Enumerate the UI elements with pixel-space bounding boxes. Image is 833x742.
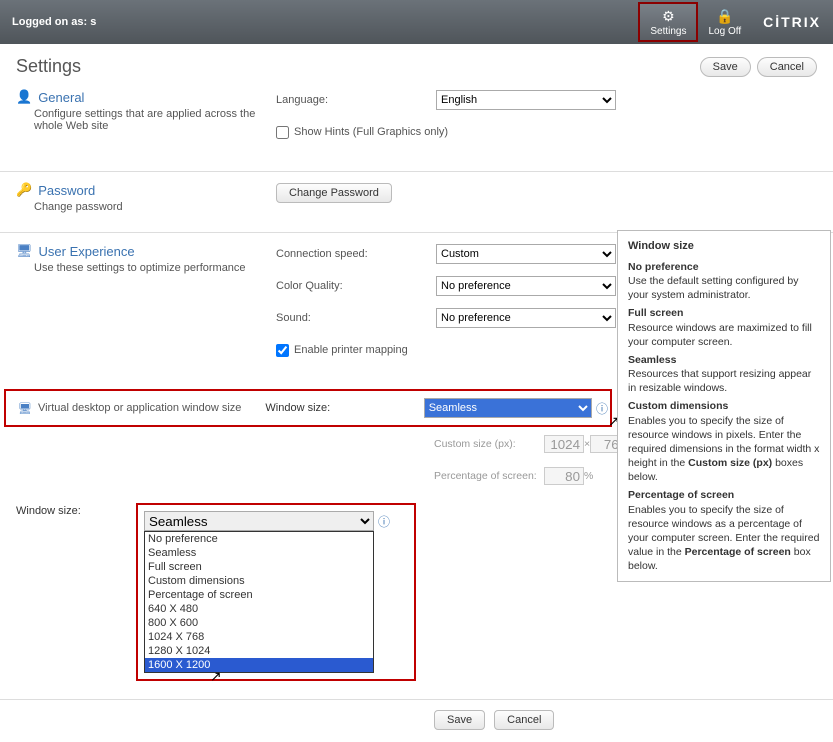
vd-label-text: Virtual desktop or application window si… (38, 402, 241, 414)
language-select[interactable]: English (436, 90, 616, 110)
divider (0, 171, 833, 172)
help-seam-t: Resources that support resizing appear i… (628, 368, 811, 394)
settings-nav-label: Settings (650, 26, 686, 37)
monitor-icon: 🖥 (16, 243, 33, 259)
page-header: Settings Save Cancel (16, 56, 817, 77)
logged-on-label: Logged on as: s (12, 16, 638, 28)
settings-nav[interactable]: ⚙ Settings (638, 2, 698, 42)
window-size-dropdown-box: Seamless ⓘ No preferenceSeamlessFull scr… (136, 503, 416, 681)
password-title-text: Password (38, 183, 95, 198)
dropdown-option[interactable]: 800 X 600 (145, 616, 373, 630)
help-pct-t: Enables you to specify the size of resou… (628, 504, 819, 573)
general-desc: Configure settings that are applied acro… (34, 108, 276, 132)
custom-width-input[interactable] (544, 435, 584, 453)
help-cust-h: Custom dimensions (628, 399, 820, 413)
dropdown-option[interactable]: Percentage of screen (145, 588, 373, 602)
info-icon[interactable]: ⓘ (378, 513, 390, 530)
save-button-bottom[interactable]: Save (434, 710, 485, 730)
percent-input[interactable] (544, 467, 584, 485)
show-hints-label: Show Hints (Full Graphics only) (294, 126, 448, 138)
window-size-label-2: Window size: (16, 499, 136, 517)
general-heading: 👤 General (16, 89, 276, 105)
page-body: Settings Save Cancel 👤 General Configure… (0, 44, 833, 742)
dropdown-option[interactable]: Seamless (145, 546, 373, 560)
info-icon[interactable]: ⓘ (596, 400, 608, 417)
printer-mapping-checkbox[interactable] (276, 344, 289, 357)
save-button[interactable]: Save (700, 57, 751, 77)
change-password-button[interactable]: Change Password (276, 183, 392, 203)
ux-desc: Use these settings to optimize performan… (34, 262, 276, 274)
help-seam-h: Seamless (628, 353, 820, 367)
general-title-text: General (38, 90, 84, 105)
dropdown-option[interactable]: 640 X 480 (145, 602, 373, 616)
logoff-nav[interactable]: 🔒 Log Off (698, 2, 751, 42)
dropdown-option[interactable]: Full screen (145, 560, 373, 574)
ux-heading: 🖥 User Experience (16, 243, 276, 259)
percent-suffix: % (584, 470, 593, 482)
percent-label: Percentage of screen: (434, 470, 544, 482)
user-icon: 👤 (16, 89, 32, 105)
gear-icon: ⚙ (662, 8, 675, 25)
window-size-select-2[interactable]: Seamless (144, 511, 374, 531)
show-hints-checkbox[interactable] (276, 126, 289, 139)
password-desc: Change password (34, 201, 276, 213)
connection-speed-label: Connection speed: (276, 248, 436, 260)
dropdown-option[interactable]: 1024 X 768 (145, 630, 373, 644)
printer-mapping-label: Enable printer mapping (294, 344, 408, 356)
cancel-button-bottom[interactable]: Cancel (494, 710, 554, 730)
cancel-button[interactable]: Cancel (757, 57, 817, 77)
sound-label: Sound: (276, 312, 436, 324)
help-pct-h: Percentage of screen (628, 488, 820, 502)
ux-title-text: User Experience (39, 244, 135, 259)
window-size-select[interactable]: Seamless (424, 398, 592, 418)
monitor-icon: 🖥 (18, 402, 32, 415)
custom-size-label: Custom size (px): (434, 438, 544, 450)
language-label: Language: (276, 94, 436, 106)
section-general: 👤 General Configure settings that are ap… (16, 89, 817, 153)
help-nopref-t: Use the default setting configured by yo… (628, 275, 798, 301)
logoff-nav-label: Log Off (708, 26, 741, 37)
vd-label: 🖥 Virtual desktop or application window … (18, 402, 265, 415)
help-cust-t: Enables you to specify the size of resou… (628, 415, 819, 484)
topbar-actions: ⚙ Settings 🔒 Log Off CİTRIX (638, 0, 821, 44)
help-full-t: Resource windows are maximized to fill y… (628, 322, 812, 348)
divider (0, 699, 833, 700)
sound-select[interactable]: No preference (436, 308, 616, 328)
window-size-box: 🖥 Virtual desktop or application window … (4, 389, 612, 427)
section-password: 🔑 Password Change password Change Passwo… (16, 182, 817, 214)
color-quality-select[interactable]: No preference (436, 276, 616, 296)
color-quality-label: Color Quality: (276, 280, 436, 292)
dropdown-option[interactable]: 1280 X 1024 (145, 644, 373, 658)
dropdown-option[interactable]: 1600 X 1200 (145, 658, 373, 672)
help-nopref-h: No preference (628, 260, 820, 274)
dropdown-option[interactable]: No preference (145, 532, 373, 546)
connection-speed-select[interactable]: Custom (436, 244, 616, 264)
page-title: Settings (16, 56, 694, 77)
window-size-label: Window size: (265, 402, 423, 414)
help-full-h: Full screen (628, 306, 820, 320)
help-panel: Window size No preference Use the defaul… (617, 230, 831, 582)
brand-logo: CİTRIX (763, 14, 821, 30)
help-title: Window size (628, 239, 820, 254)
password-heading: 🔑 Password (16, 182, 276, 198)
bottom-buttons: Save Cancel (434, 710, 817, 730)
dropdown-option[interactable]: Custom dimensions (145, 574, 373, 588)
lock-icon: 🔒 (716, 8, 733, 25)
topbar: Logged on as: s ⚙ Settings 🔒 Log Off CİT… (0, 0, 833, 44)
key-icon: 🔑 (16, 182, 32, 198)
